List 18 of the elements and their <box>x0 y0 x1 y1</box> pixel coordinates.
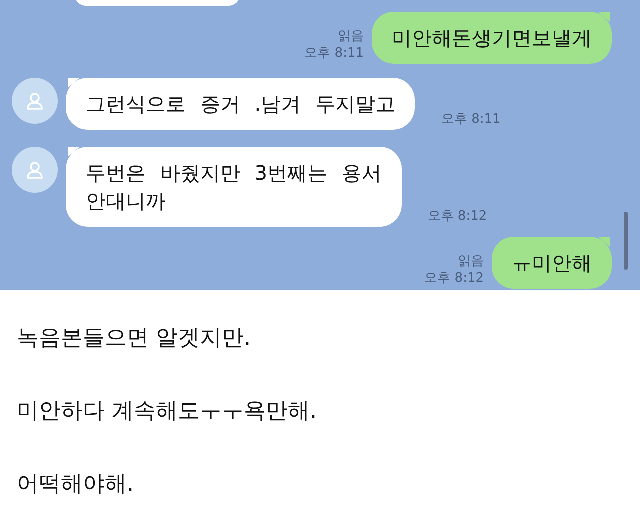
post-paragraph: 미안하다 계속해도ㅜㅜ욕만해. <box>17 398 318 426</box>
avatar[interactable] <box>12 78 58 124</box>
message-bubble: ㅠ미안해 <box>492 237 612 289</box>
message-time: 오후 8:12 <box>424 270 484 287</box>
message-bubble: 미안해돈생기면보낼게 <box>372 12 612 64</box>
scrollbar[interactable] <box>624 212 628 270</box>
post-paragraph: 어떡해야해. <box>17 471 135 499</box>
message-time: 오후 8:11 <box>441 111 501 128</box>
post-paragraph: 녹음본들으면 알겟지만. <box>17 325 252 353</box>
person-icon <box>25 91 45 111</box>
avatar[interactable] <box>12 147 58 193</box>
message-bubble: 두번은 바줬지만 3번째는 용서 안대니까 <box>66 147 402 227</box>
read-receipt: 읽음 <box>338 28 364 45</box>
message-bubble: 그런식으로 증거 .남겨 두지말고 <box>66 78 416 130</box>
person-icon <box>25 160 45 180</box>
message-time: 오후 8:11 <box>304 45 364 62</box>
read-receipt: 읽음 <box>458 253 484 270</box>
message-time: 오후 8:12 <box>428 208 488 225</box>
